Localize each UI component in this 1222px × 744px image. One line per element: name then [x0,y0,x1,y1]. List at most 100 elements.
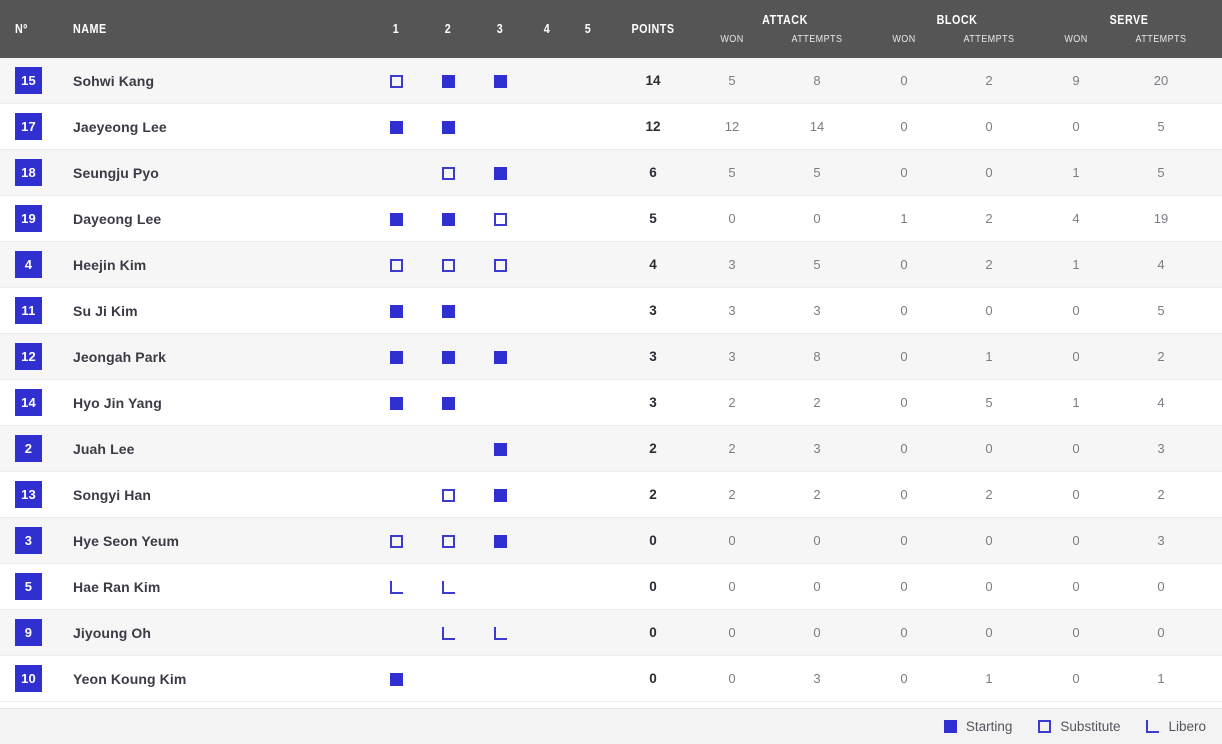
set-marker-starting-icon [442,351,455,364]
cell-serve-won: 0 [1072,625,1080,640]
player-number-badge: 9 [15,619,42,646]
cell-serve-attempts: 0 [1157,579,1165,594]
cell-attack-attempts: 3 [813,441,821,456]
legend-label: Starting [965,719,1013,734]
column-header-number: Nº [15,22,28,36]
cell-attack-attempts: 2 [813,487,821,502]
player-number-badge: 2 [15,435,42,462]
player-name[interactable]: Songyi Han [73,472,151,518]
player-name[interactable]: Jeongah Park [73,334,166,380]
player-number-badge: 13 [15,481,42,508]
column-group-serve: SERVE [1109,13,1149,27]
cell-attack-attempts: 8 [813,73,821,88]
set-marker-starting-icon [390,121,403,134]
cell-block-attempts: 0 [985,165,993,180]
set-marker-starting-icon [390,305,403,318]
cell-block-attempts: 5 [985,395,993,410]
table-row[interactable]: 5 Hae Ran Kim 0 0 0 0 0 0 0 [0,564,1222,610]
table-row[interactable]: 4 Heejin Kim 4 3 5 0 2 1 4 [0,242,1222,288]
player-number-badge: 3 [15,527,42,554]
legend-label: Libero [1168,719,1206,734]
cell-serve-won: 0 [1072,441,1080,456]
column-header-points: POINTS [631,22,675,36]
cell-serve-won: 0 [1072,579,1080,594]
player-name[interactable]: Hye Seon Yeum [73,518,179,564]
cell-serve-attempts: 19 [1153,211,1169,226]
table-row[interactable]: 10 Yeon Koung Kim 0 0 3 0 1 0 1 [0,656,1222,702]
player-name[interactable]: Yeon Koung Kim [73,656,186,702]
player-name[interactable]: Juah Lee [73,426,135,472]
table-row[interactable]: 12 Jeongah Park 3 3 8 0 1 0 2 [0,334,1222,380]
cell-block-won: 0 [900,487,908,502]
table-row[interactable]: 2 Juah Lee 2 2 3 0 0 0 3 [0,426,1222,472]
table-row[interactable]: 13 Songyi Han 2 2 2 0 2 0 2 [0,472,1222,518]
cell-serve-attempts: 5 [1157,303,1165,318]
cell-block-attempts: 2 [985,73,993,88]
table-row[interactable]: 18 Seungju Pyo 6 5 5 0 0 1 5 [0,150,1222,196]
legend-item: Libero [1146,719,1206,734]
cell-serve-won: 0 [1072,533,1080,548]
set-marker-substitute-icon [442,167,455,180]
set-marker-starting-icon [494,75,507,88]
player-name[interactable]: Hyo Jin Yang [73,380,162,426]
set-marker-substitute-icon [390,75,403,88]
player-number-badge: 15 [15,67,42,94]
set-marker-starting-icon [494,443,507,456]
table-row[interactable]: 9 Jiyoung Oh 0 0 0 0 0 0 0 [0,610,1222,656]
player-name[interactable]: Heejin Kim [73,242,146,288]
cell-block-won: 0 [900,533,908,548]
cell-attack-won: 3 [728,257,736,272]
cell-points: 0 [649,625,657,640]
cell-block-won: 0 [900,119,908,134]
set-marker-substitute-icon [442,489,455,502]
table-header: Nº NAME 1 2 3 4 5 POINTS ATTACK WON ATTE… [0,0,1222,58]
column-header-block-attempts: ATTEMPTS [963,33,1015,45]
set-marker-starting-icon [390,213,403,226]
player-name[interactable]: Dayeong Lee [73,196,161,242]
player-name[interactable]: Hae Ran Kim [73,564,160,610]
table-row[interactable]: 14 Hyo Jin Yang 3 2 2 0 5 1 4 [0,380,1222,426]
cell-block-attempts: 1 [985,671,993,686]
set-marker-starting-icon [442,75,455,88]
set-marker-substitute-icon [494,213,507,226]
cell-block-won: 0 [900,349,908,364]
cell-points: 4 [649,257,657,272]
column-header-set-3: 3 [496,22,504,36]
cell-serve-won: 0 [1072,671,1080,686]
column-header-attack-attempts: ATTEMPTS [791,33,843,45]
player-name[interactable]: Seungju Pyo [73,150,159,196]
cell-block-attempts: 2 [985,257,993,272]
table-row[interactable]: 17 Jaeyeong Lee 12 12 14 0 0 0 5 [0,104,1222,150]
cell-serve-attempts: 4 [1157,257,1165,272]
column-header-set-5: 5 [584,22,592,36]
cell-serve-won: 0 [1072,303,1080,318]
table-row[interactable]: 3 Hye Seon Yeum 0 0 0 0 0 0 3 [0,518,1222,564]
cell-serve-attempts: 20 [1153,73,1169,88]
cell-attack-won: 2 [728,441,736,456]
player-number-badge: 14 [15,389,42,416]
cell-points: 3 [649,349,657,364]
cell-points: 5 [649,211,657,226]
player-name[interactable]: Jiyoung Oh [73,610,151,656]
player-number-badge: 18 [15,159,42,186]
cell-points: 0 [649,671,657,686]
cell-attack-attempts: 5 [813,165,821,180]
cell-block-won: 0 [900,165,908,180]
cell-serve-won: 0 [1072,119,1080,134]
table-row[interactable]: 15 Sohwi Kang 14 5 8 0 2 9 20 [0,58,1222,104]
column-header-serve-attempts: ATTEMPTS [1135,33,1187,45]
player-number-badge: 19 [15,205,42,232]
table-row[interactable]: 11 Su Ji Kim 3 3 3 0 0 0 5 [0,288,1222,334]
player-name[interactable]: Sohwi Kang [73,58,154,104]
set-marker-substitute-icon [494,259,507,272]
player-name[interactable]: Jaeyeong Lee [73,104,167,150]
cell-serve-won: 0 [1072,487,1080,502]
cell-block-attempts: 2 [985,211,993,226]
column-group-block: BLOCK [936,13,978,27]
table-row[interactable]: 19 Dayeong Lee 5 0 0 1 2 4 19 [0,196,1222,242]
player-name[interactable]: Su Ji Kim [73,288,138,334]
column-header-name: NAME [73,22,107,36]
cell-block-won: 0 [900,441,908,456]
cell-serve-won: 1 [1072,165,1080,180]
set-marker-substitute-icon [390,535,403,548]
